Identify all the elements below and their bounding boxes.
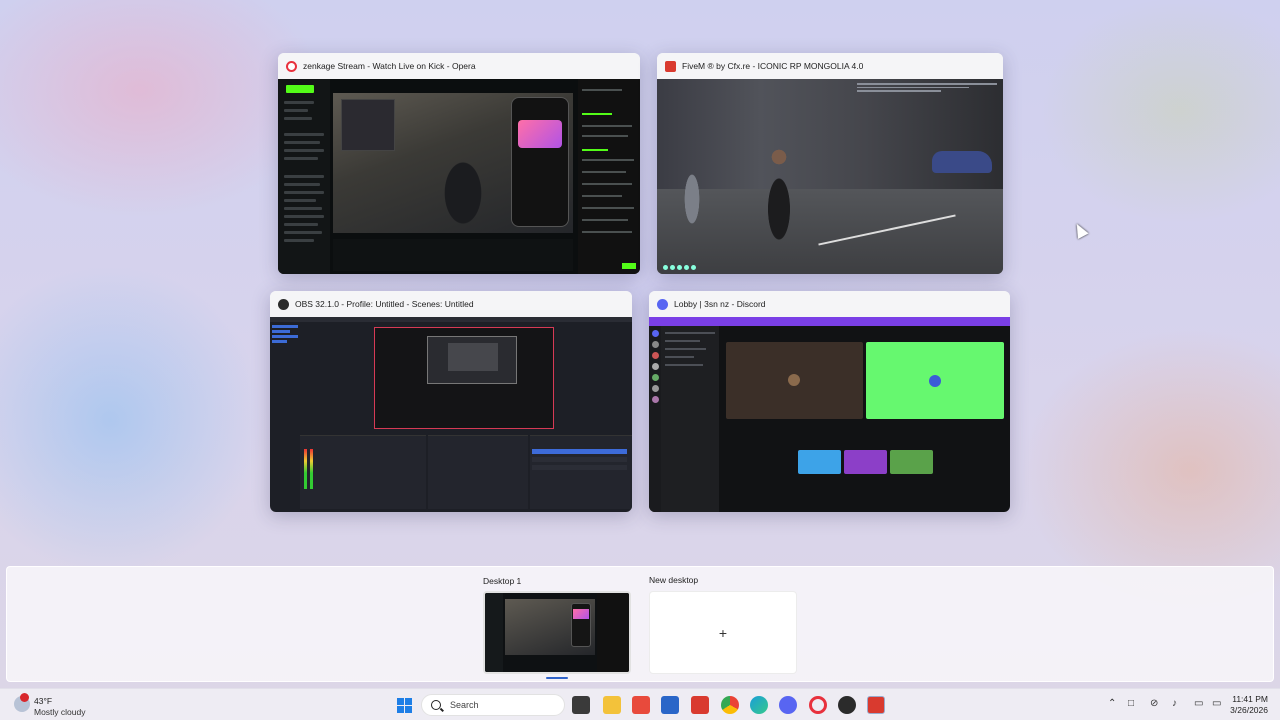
start-streaming-button — [532, 449, 627, 454]
window-thumbnail-obs[interactable]: OBS 32.1.0 - Profile: Untitled - Scenes:… — [270, 291, 632, 512]
weather-condition: Mostly cloudy — [34, 707, 86, 717]
weather-temp: 43°F — [34, 696, 53, 706]
obs-controls — [530, 435, 632, 509]
kick-logo — [286, 85, 314, 93]
game-npc — [677, 139, 707, 249]
fivem-icon — [665, 60, 676, 72]
plus-icon: + — [718, 624, 728, 641]
chrome-icon[interactable] — [721, 696, 739, 714]
desktop-1-thumbnail[interactable] — [483, 591, 631, 674]
desktop-1-label: Desktop 1 — [483, 576, 522, 586]
search-icon — [431, 700, 441, 710]
window-title: FiveM ® by Cfx.re - ICONIC RP MONGOLIA 4… — [682, 61, 864, 71]
obs-icon — [278, 298, 289, 310]
stream-info-bar — [333, 239, 573, 271]
window-thumbnail-fivem[interactable]: FiveM ® by Cfx.re - ICONIC RP MONGOLIA 4… — [657, 53, 1003, 274]
window-preview — [270, 317, 632, 512]
volume-icon[interactable]: ♪ — [1172, 698, 1177, 709]
battery-icon[interactable]: ▭ — [1212, 698, 1221, 709]
window-title-bar: zenkage Stream - Watch Live on Kick - Op… — [278, 53, 640, 79]
voice-participant-tile-speaking — [866, 342, 1004, 419]
clock-date: 3/26/2026 — [1230, 705, 1268, 715]
discord-server-rail — [649, 326, 661, 512]
windows-start-icon[interactable] — [395, 696, 413, 714]
obs-sidebar — [270, 323, 300, 363]
kick-chat-panel — [578, 79, 640, 274]
window-title-bar: Lobby | 3sn nz - Discord — [649, 291, 1010, 317]
activity-cards — [798, 450, 933, 474]
game-car — [932, 151, 992, 173]
desktop-1-selected-indicator — [546, 677, 568, 679]
fivem-icon[interactable] — [691, 696, 709, 714]
obs-transitions — [428, 435, 528, 509]
window-title-bar: FiveM ® by Cfx.re - ICONIC RP MONGOLIA 4… — [657, 53, 1003, 79]
opera-icon[interactable] — [809, 696, 827, 714]
audio-meter — [310, 449, 313, 489]
stream-video — [333, 93, 573, 233]
weather-alert-badge — [20, 693, 29, 702]
voice-participant-tile — [726, 342, 863, 419]
calculator-icon[interactable] — [661, 696, 679, 714]
new-desktop-button[interactable]: + — [649, 591, 797, 674]
discord-channel-list — [661, 326, 719, 512]
file-explorer-icon[interactable] — [603, 696, 621, 714]
virtual-desktops-bar: Desktop 1 New desktop + — [6, 566, 1274, 682]
fivem-running-icon[interactable] — [867, 696, 885, 714]
webcam-overlay — [341, 99, 395, 151]
window-thumbnail-opera-kick[interactable]: zenkage Stream - Watch Live on Kick - Op… — [278, 53, 640, 274]
game-player-character — [755, 139, 803, 259]
obs-preview-canvas — [374, 327, 554, 429]
wps-icon[interactable] — [632, 696, 650, 714]
wifi-off-icon[interactable]: ⊘ — [1150, 698, 1158, 709]
window-preview — [649, 317, 1010, 512]
audio-meter — [304, 449, 307, 489]
obs-icon[interactable] — [838, 696, 856, 714]
window-title: zenkage Stream - Watch Live on Kick - Op… — [303, 61, 476, 71]
window-preview — [657, 79, 1003, 274]
window-preview — [278, 79, 640, 274]
window-thumbnail-discord[interactable]: Lobby | 3sn nz - Discord — [649, 291, 1010, 512]
opera-icon — [286, 60, 297, 72]
taskbar-search-box[interactable]: Search — [421, 694, 565, 716]
kick-sidebar — [278, 79, 330, 274]
window-title: Lobby | 3sn nz - Discord — [674, 299, 766, 309]
task-view-icon[interactable] — [572, 696, 590, 714]
window-title-bar: OBS 32.1.0 - Profile: Untitled - Scenes:… — [270, 291, 632, 317]
chevron-up-icon[interactable]: ⌃ — [1108, 698, 1116, 709]
discord-icon[interactable] — [779, 696, 797, 714]
edge-icon[interactable] — [750, 696, 768, 714]
game-console-text — [857, 83, 997, 101]
mouse-cursor — [1071, 221, 1089, 239]
new-desktop-label: New desktop — [649, 575, 699, 585]
start-recording-button — [532, 457, 627, 462]
clock[interactable]: 11:41 PM 3/26/2026 — [1230, 694, 1268, 716]
window-title: OBS 32.1.0 - Profile: Untitled - Scenes:… — [295, 299, 474, 309]
battery-icon[interactable]: ▭ — [1194, 698, 1203, 709]
phone-overlay — [511, 97, 569, 227]
taskbar: 43°F Mostly cloudy Search ⌃ □ ⊘ ♪ ▭ ▭ 11… — [0, 688, 1280, 720]
stream-character — [428, 133, 498, 233]
search-label: Search — [450, 700, 479, 710]
virtual-camera-button — [532, 465, 627, 470]
discord-icon — [657, 298, 668, 310]
network-icon[interactable]: □ — [1128, 698, 1134, 709]
game-hud-icons — [663, 265, 696, 270]
clock-time: 11:41 PM — [1232, 694, 1268, 704]
weather-widget[interactable]: 43°F Mostly cloudy — [12, 692, 132, 718]
obs-audio-mixer — [300, 435, 426, 509]
